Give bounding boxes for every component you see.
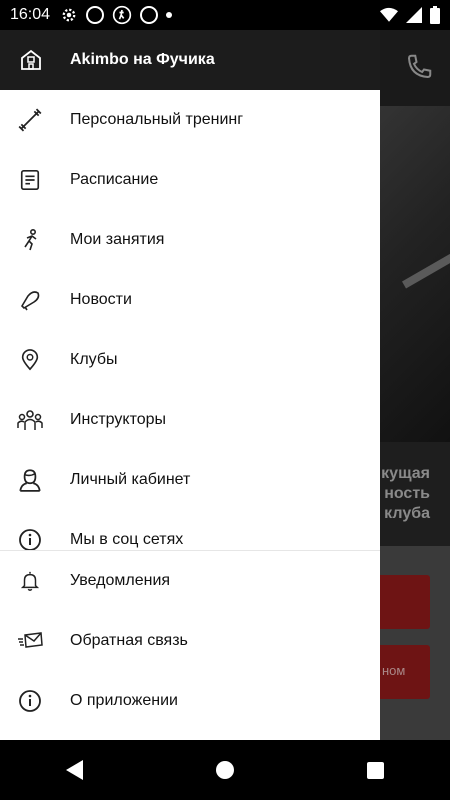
- info-icon: [0, 528, 60, 550]
- drawer-menu[interactable]: Персональный тренинг Расписание Мои заня…: [0, 90, 380, 550]
- info-icon: [0, 689, 60, 713]
- location-pin-icon: [0, 348, 60, 372]
- recent-apps-icon[interactable]: [366, 761, 384, 779]
- bell-icon: [0, 569, 60, 593]
- menu-item-news[interactable]: Новости: [0, 270, 380, 330]
- menu-item-personal-training[interactable]: Персональный тренинг: [0, 90, 380, 150]
- status-bar: 16:04: [0, 0, 450, 30]
- notification-chip-icon: [140, 6, 159, 24]
- dot-icon: [166, 12, 173, 18]
- navigation-drawer: Akimbo на Фучика Персональный тренинг Ра…: [0, 30, 380, 740]
- wifi-icon: [380, 7, 398, 23]
- battery-icon: [430, 6, 440, 24]
- menu-item-schedule[interactable]: Расписание: [0, 150, 380, 210]
- drawer-header[interactable]: Akimbo на Фучика: [0, 30, 380, 90]
- notification-chip-icon: [86, 6, 105, 24]
- home-icon[interactable]: [215, 761, 234, 779]
- phone-icon[interactable]: [404, 52, 434, 82]
- gear-icon: [60, 6, 78, 24]
- status-time: 16:04: [10, 6, 51, 23]
- menu-item-notifications[interactable]: Уведомления: [0, 551, 380, 611]
- drawer-title: Akimbo на Фучика: [70, 51, 215, 68]
- menu-item-clubs[interactable]: Клубы: [0, 330, 380, 390]
- back-icon[interactable]: [66, 760, 84, 780]
- menu-item-social[interactable]: Мы в соц сетях: [0, 510, 380, 550]
- system-navigation-bar: [0, 740, 450, 800]
- menu-item-my-classes[interactable]: Мои занятия: [0, 210, 380, 270]
- building-icon: [0, 48, 62, 72]
- group-icon: [0, 408, 60, 432]
- document-icon: [0, 169, 60, 191]
- person-icon: [0, 467, 60, 493]
- menu-item-about[interactable]: О приложении: [0, 671, 380, 731]
- running-man-icon: [112, 5, 132, 25]
- menu-item-feedback[interactable]: Обратная связь: [0, 611, 380, 671]
- runner-icon: [0, 228, 60, 252]
- megaphone-icon: [0, 288, 60, 312]
- menu-item-account[interactable]: Личный кабинет: [0, 450, 380, 510]
- dumbbell-icon: [0, 107, 60, 133]
- envelope-icon: [0, 630, 60, 652]
- menu-item-instructors[interactable]: Инструкторы: [0, 390, 380, 450]
- signal-icon: [406, 7, 422, 23]
